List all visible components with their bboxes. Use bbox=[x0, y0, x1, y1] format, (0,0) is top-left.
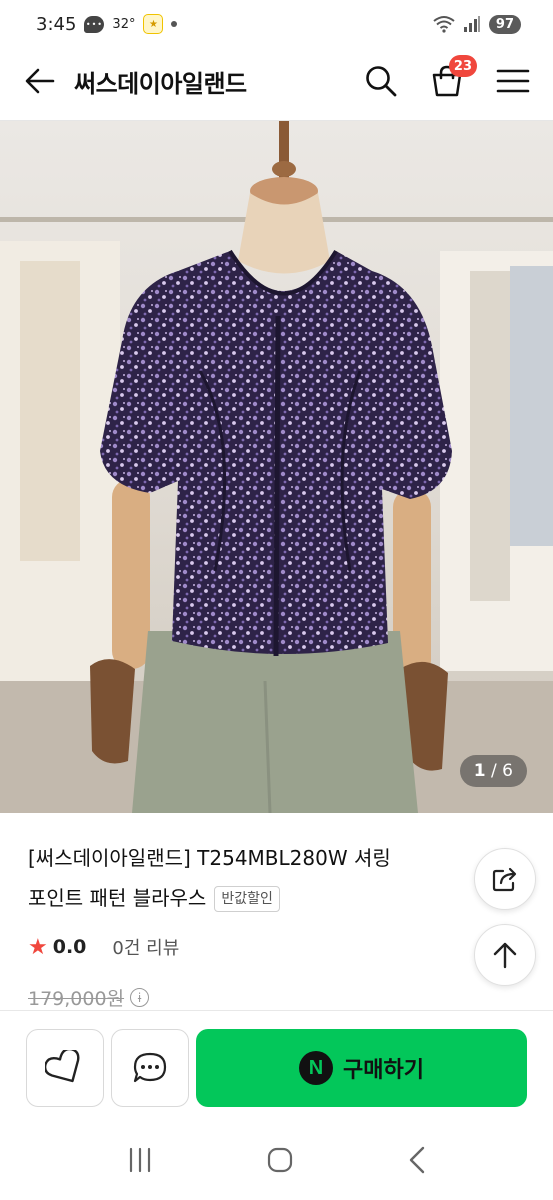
buy-button-label: 구매하기 bbox=[343, 1058, 424, 1083]
original-price-row: 179,000원 i bbox=[28, 984, 150, 1011]
share-icon bbox=[492, 867, 517, 892]
status-time: 3:45 bbox=[36, 13, 77, 35]
status-left: 3:45 ••• 32° ★ bbox=[36, 13, 178, 35]
review-count-link[interactable]: 0건 리뷰 bbox=[112, 934, 179, 960]
cart-button[interactable]: 23 bbox=[429, 55, 477, 99]
header-actions: 23 bbox=[363, 55, 531, 99]
product-image-carousel[interactable]: 1 / 6 bbox=[0, 121, 553, 813]
rating-value: 0.0 bbox=[52, 936, 87, 958]
original-price: 179,000원 bbox=[28, 988, 125, 1010]
wishlist-button[interactable] bbox=[26, 1029, 104, 1107]
wifi-icon bbox=[433, 16, 455, 33]
rating-row: ★ 0.0 0건 리뷰 bbox=[28, 934, 179, 960]
recent-apps-icon bbox=[129, 1147, 150, 1173]
battery-indicator: 97 bbox=[488, 14, 521, 34]
image-counter-separator: / bbox=[491, 761, 497, 781]
scroll-top-button[interactable] bbox=[474, 924, 536, 986]
image-counter: 1 / 6 bbox=[459, 755, 527, 787]
image-counter-current: 1 bbox=[473, 761, 486, 781]
product-title-line2: 포인트 패턴 블라우스 bbox=[28, 886, 207, 910]
system-back-button[interactable] bbox=[407, 1146, 427, 1178]
heart-icon bbox=[45, 1050, 80, 1083]
back-button[interactable] bbox=[22, 63, 58, 99]
star-icon: ★ bbox=[28, 934, 48, 960]
image-counter-total: 6 bbox=[502, 761, 513, 781]
search-icon bbox=[366, 66, 397, 97]
home-button[interactable] bbox=[266, 1146, 294, 1178]
bottom-action-bar: N 구매하기 bbox=[0, 1010, 553, 1124]
home-icon bbox=[267, 1147, 292, 1173]
back-arrow-icon bbox=[25, 68, 55, 94]
product-title-line2-row: 포인트 패턴 블라우스 반값할인 bbox=[28, 880, 280, 917]
share-button[interactable] bbox=[474, 848, 536, 910]
buy-button[interactable]: N 구매하기 bbox=[196, 1029, 527, 1107]
product-title-line1: [써스데이아일랜드] T254MBL280W 셔링 bbox=[28, 846, 391, 870]
recent-apps-button[interactable] bbox=[127, 1147, 153, 1177]
app-header: 써스데이아일랜드 23 bbox=[0, 48, 553, 114]
signal-icon bbox=[463, 16, 480, 32]
status-temperature: 32° bbox=[112, 16, 136, 32]
status-bar: 3:45 ••• 32° ★ 97 bbox=[0, 0, 553, 48]
arrow-up-icon bbox=[493, 942, 517, 969]
half-price-badge: 반값할인 bbox=[214, 885, 280, 912]
status-right: 97 bbox=[433, 14, 521, 34]
menu-button[interactable] bbox=[495, 63, 531, 99]
page-title: 써스데이아일랜드 bbox=[74, 69, 247, 98]
chevron-left-icon bbox=[409, 1146, 424, 1174]
hamburger-menu-icon bbox=[496, 69, 530, 93]
app-notification-icon: ★ bbox=[143, 14, 164, 34]
chat-icon bbox=[133, 1052, 167, 1083]
info-icon[interactable]: i bbox=[130, 988, 150, 1007]
search-button[interactable] bbox=[363, 63, 399, 99]
talk-button[interactable] bbox=[111, 1029, 189, 1107]
product-photo bbox=[0, 121, 553, 813]
cart-count-badge: 23 bbox=[448, 55, 477, 77]
system-nav-bar bbox=[0, 1124, 553, 1200]
naver-pay-icon: N bbox=[299, 1051, 334, 1085]
chat-notification-icon: ••• bbox=[84, 15, 105, 33]
notification-dot-icon bbox=[171, 21, 178, 27]
